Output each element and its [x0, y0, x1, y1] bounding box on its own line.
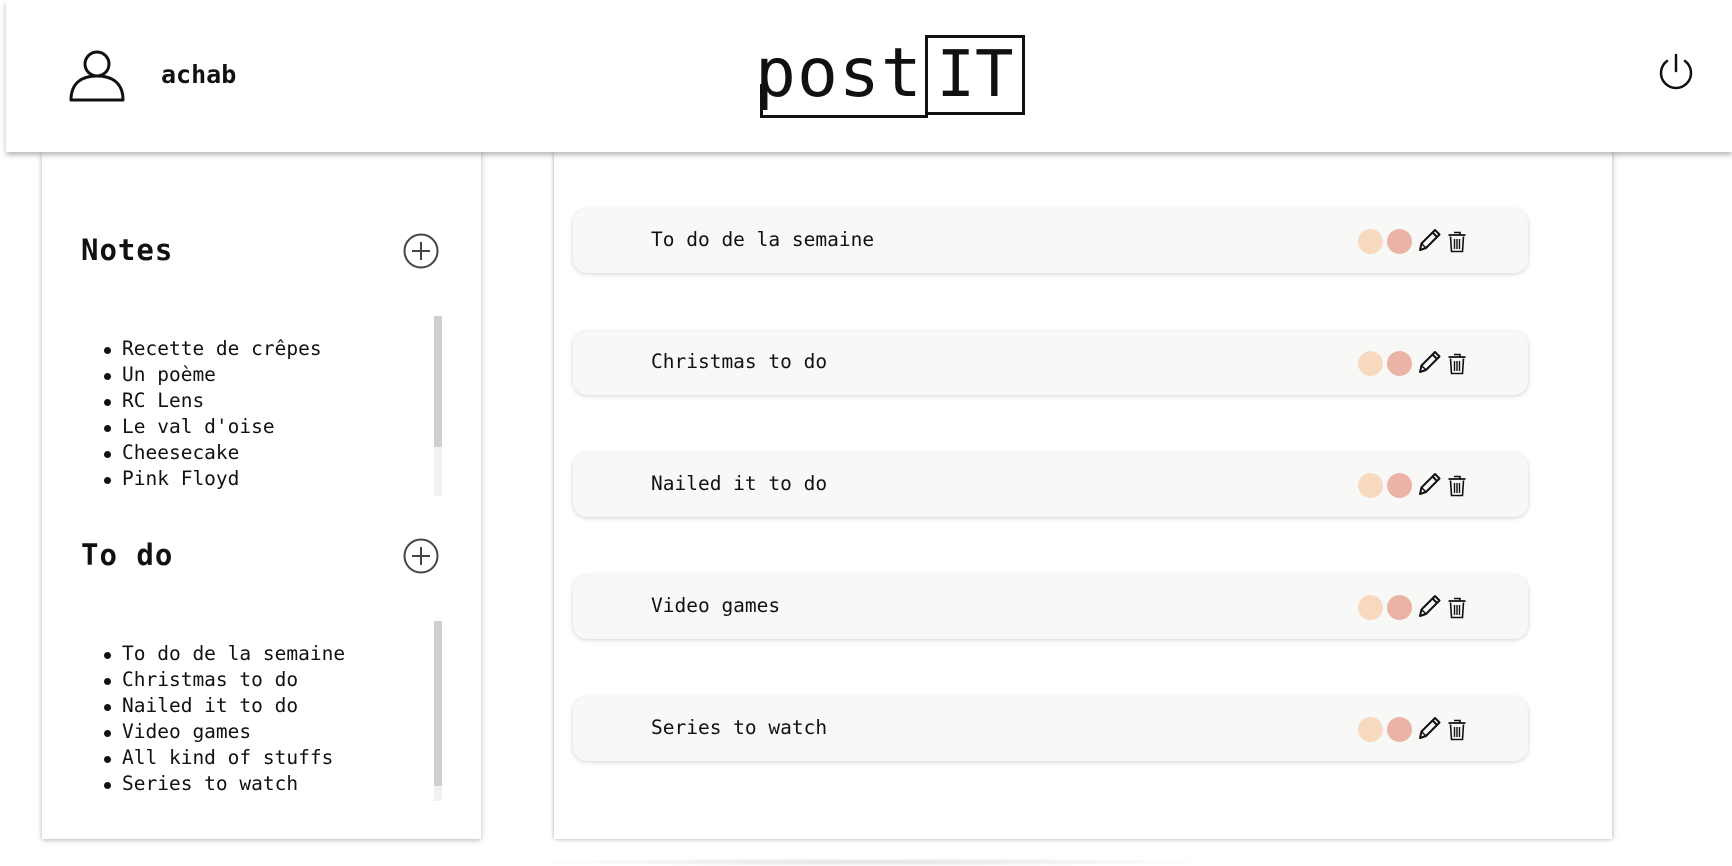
power-icon[interactable]: [1656, 52, 1696, 92]
todo-card[interactable]: Nailed it to do: [573, 453, 1528, 517]
color-swatch-salmon[interactable]: [1387, 351, 1412, 376]
todo-card-title: To do de la semaine: [651, 228, 875, 251]
app-logo: post IT: [751, 32, 1028, 118]
notes-scrollbar[interactable]: [434, 316, 442, 496]
pencil-icon[interactable]: [1416, 226, 1442, 254]
todo-item[interactable]: Series to watch: [104, 771, 442, 797]
todo-card-title: Christmas to do: [651, 350, 828, 373]
pencil-icon[interactable]: [1416, 714, 1442, 742]
todo-card[interactable]: Series to watch: [573, 697, 1528, 761]
todo-item[interactable]: To do de la semaine: [104, 641, 442, 667]
todo-section-title: To do: [81, 538, 174, 572]
trash-icon[interactable]: [1447, 475, 1467, 497]
todo-list: To do de la semaine Christmas to do Nail…: [42, 641, 442, 801]
color-swatch-salmon[interactable]: [1387, 229, 1412, 254]
color-swatch-peach[interactable]: [1358, 351, 1383, 376]
todo-card[interactable]: Christmas to do: [573, 331, 1528, 395]
todo-lists-panel: To do de la semaine Christmas to do Nail…: [554, 152, 1612, 839]
note-item[interactable]: Recette de crêpes: [104, 336, 442, 362]
todo-card-title: Video games: [651, 594, 781, 617]
todo-card-title: Series to watch: [651, 716, 828, 739]
color-swatch-salmon[interactable]: [1387, 595, 1412, 620]
color-swatch-peach[interactable]: [1358, 717, 1383, 742]
todo-item[interactable]: Nailed it to do: [104, 693, 442, 719]
notes-section-title: Notes: [81, 233, 174, 267]
note-item[interactable]: Pink Floyd: [104, 466, 442, 492]
note-item[interactable]: Le val d'oise: [104, 414, 442, 440]
color-swatch-peach[interactable]: [1358, 229, 1383, 254]
todo-item[interactable]: All kind of stuffs: [104, 745, 442, 771]
trash-icon[interactable]: [1447, 353, 1467, 375]
color-swatch-peach[interactable]: [1358, 595, 1383, 620]
color-swatch-peach[interactable]: [1358, 473, 1383, 498]
note-item[interactable]: RC Lens: [104, 388, 442, 414]
todo-card[interactable]: Video games: [573, 575, 1528, 639]
todo-item[interactable]: Video games: [104, 719, 442, 745]
todo-scrollbar[interactable]: [434, 621, 442, 801]
pencil-icon[interactable]: [1416, 470, 1442, 498]
logo-text-it: IT: [925, 35, 1025, 115]
top-header: achab post IT: [6, 0, 1732, 152]
trash-icon[interactable]: [1447, 719, 1467, 741]
notes-scrollbar-thumb[interactable]: [434, 316, 442, 447]
logo-text-post: post: [755, 34, 923, 113]
sidebar: Notes Recette de crêpes Un poème RC Lens…: [42, 152, 481, 839]
add-todo-plus-circle-icon[interactable]: [402, 537, 440, 575]
color-swatch-salmon[interactable]: [1387, 717, 1412, 742]
trash-icon[interactable]: [1447, 597, 1467, 619]
color-swatch-salmon[interactable]: [1387, 473, 1412, 498]
bottom-shadow: [520, 858, 1220, 866]
pencil-icon[interactable]: [1416, 348, 1442, 376]
todo-card[interactable]: To do de la semaine: [573, 209, 1528, 273]
add-note-plus-circle-icon[interactable]: [402, 232, 440, 270]
notes-list: Recette de crêpes Un poème RC Lens Le va…: [42, 336, 442, 496]
note-item[interactable]: Un poème: [104, 362, 442, 388]
todo-scrollbar-thumb[interactable]: [434, 621, 442, 786]
pencil-icon[interactable]: [1416, 592, 1442, 620]
todo-card-title: Nailed it to do: [651, 472, 828, 495]
user-icon[interactable]: [68, 48, 126, 104]
note-item[interactable]: Cheesecake: [104, 440, 442, 466]
trash-icon[interactable]: [1447, 231, 1467, 253]
username[interactable]: achab: [161, 58, 236, 92]
todo-item[interactable]: Christmas to do: [104, 667, 442, 693]
